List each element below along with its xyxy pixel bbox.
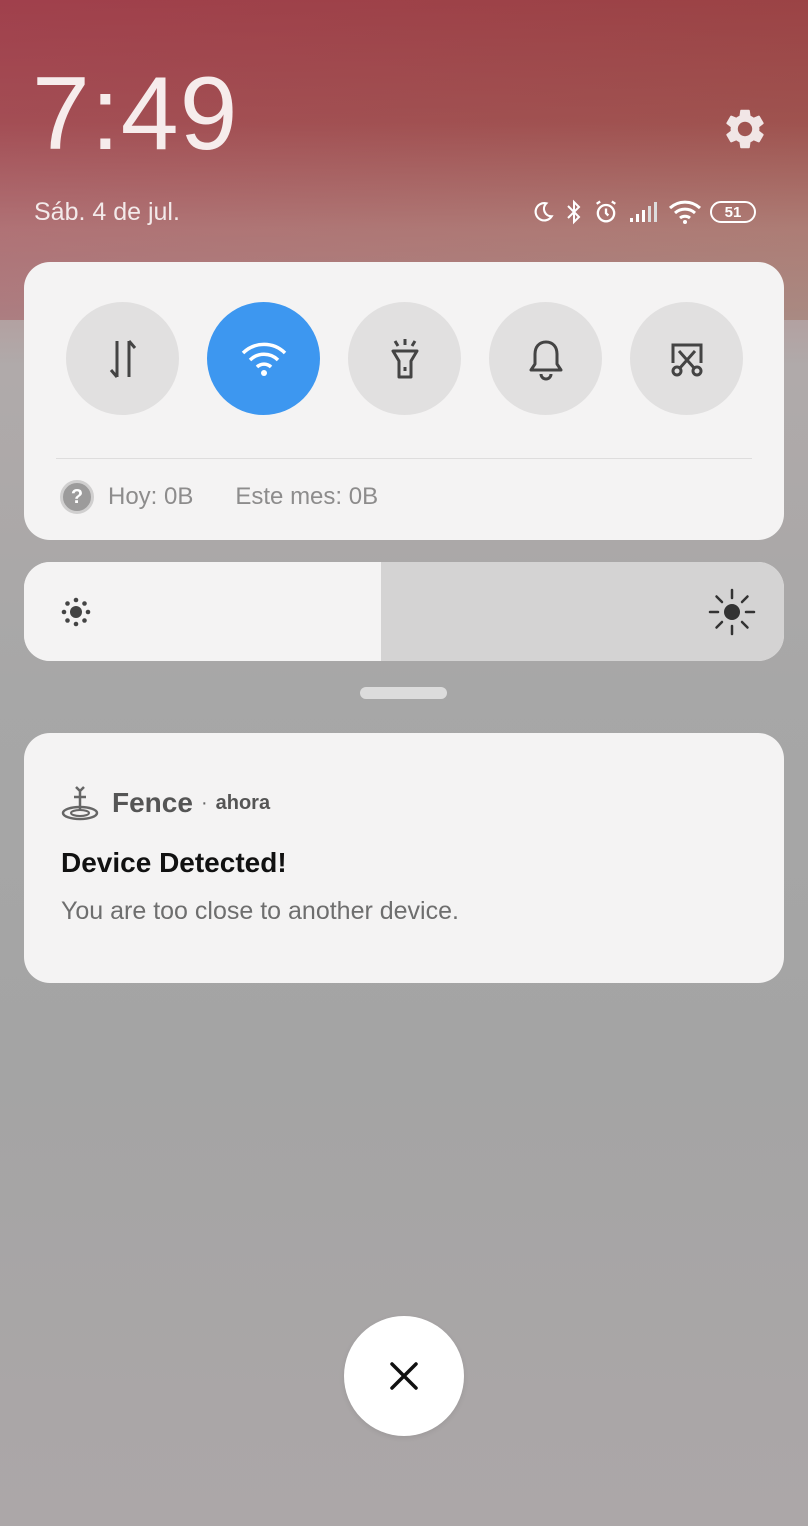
clock: 7:49	[32, 56, 239, 172]
usage-today: Hoy: 0B	[108, 483, 194, 510]
app-name: Fence	[112, 787, 193, 818]
divider	[56, 458, 752, 459]
signal-icon	[630, 202, 657, 222]
alarm-icon	[596, 200, 616, 223]
notification-body: You are too close to another device.	[61, 897, 459, 925]
bell-icon	[529, 340, 562, 380]
scissors-screenshot-icon	[671, 343, 702, 376]
tile-wifi[interactable]	[207, 302, 320, 415]
notification-time: ahora	[215, 791, 271, 814]
tile-sound[interactable]	[489, 302, 602, 415]
notification-card[interactable]: Fence · ahora Device Detected! You are t…	[24, 733, 784, 983]
usage-month: Este mes: 0B	[235, 483, 379, 510]
wifi-icon	[241, 342, 286, 376]
fence-app-icon	[61, 786, 99, 821]
status-bar: 51	[530, 192, 756, 232]
panel-drag-handle[interactable]	[360, 687, 447, 699]
help-icon: ?	[60, 480, 94, 514]
gear-icon	[726, 109, 764, 149]
moon-icon	[534, 202, 554, 222]
data-transfer-icon	[109, 339, 136, 378]
close-icon	[390, 1362, 418, 1390]
brightness-high-icon	[708, 588, 756, 636]
date: Sáb. 4 de jul.	[34, 198, 180, 226]
clear-all-button[interactable]	[344, 1316, 464, 1436]
brightness-low-icon	[61, 597, 91, 627]
tile-flashlight[interactable]	[348, 302, 461, 415]
tile-screenshot[interactable]	[630, 302, 743, 415]
flashlight-icon	[391, 338, 418, 378]
battery-icon: 51	[710, 201, 756, 223]
notification-title: Device Detected!	[61, 847, 287, 878]
settings-button[interactable]	[718, 102, 772, 156]
wifi-icon	[668, 200, 702, 224]
data-usage[interactable]: ? Hoy: 0B Este mes: 0B	[60, 480, 378, 514]
brightness-slider[interactable]	[24, 562, 784, 661]
battery-level: 51	[724, 203, 742, 221]
separator: ·	[200, 791, 208, 814]
quick-settings-panel: ? Hoy: 0B Este mes: 0B	[24, 262, 784, 540]
tile-mobile-data[interactable]	[66, 302, 179, 415]
bluetooth-icon	[567, 199, 581, 225]
notification-header: Fence · ahora	[60, 785, 270, 821]
